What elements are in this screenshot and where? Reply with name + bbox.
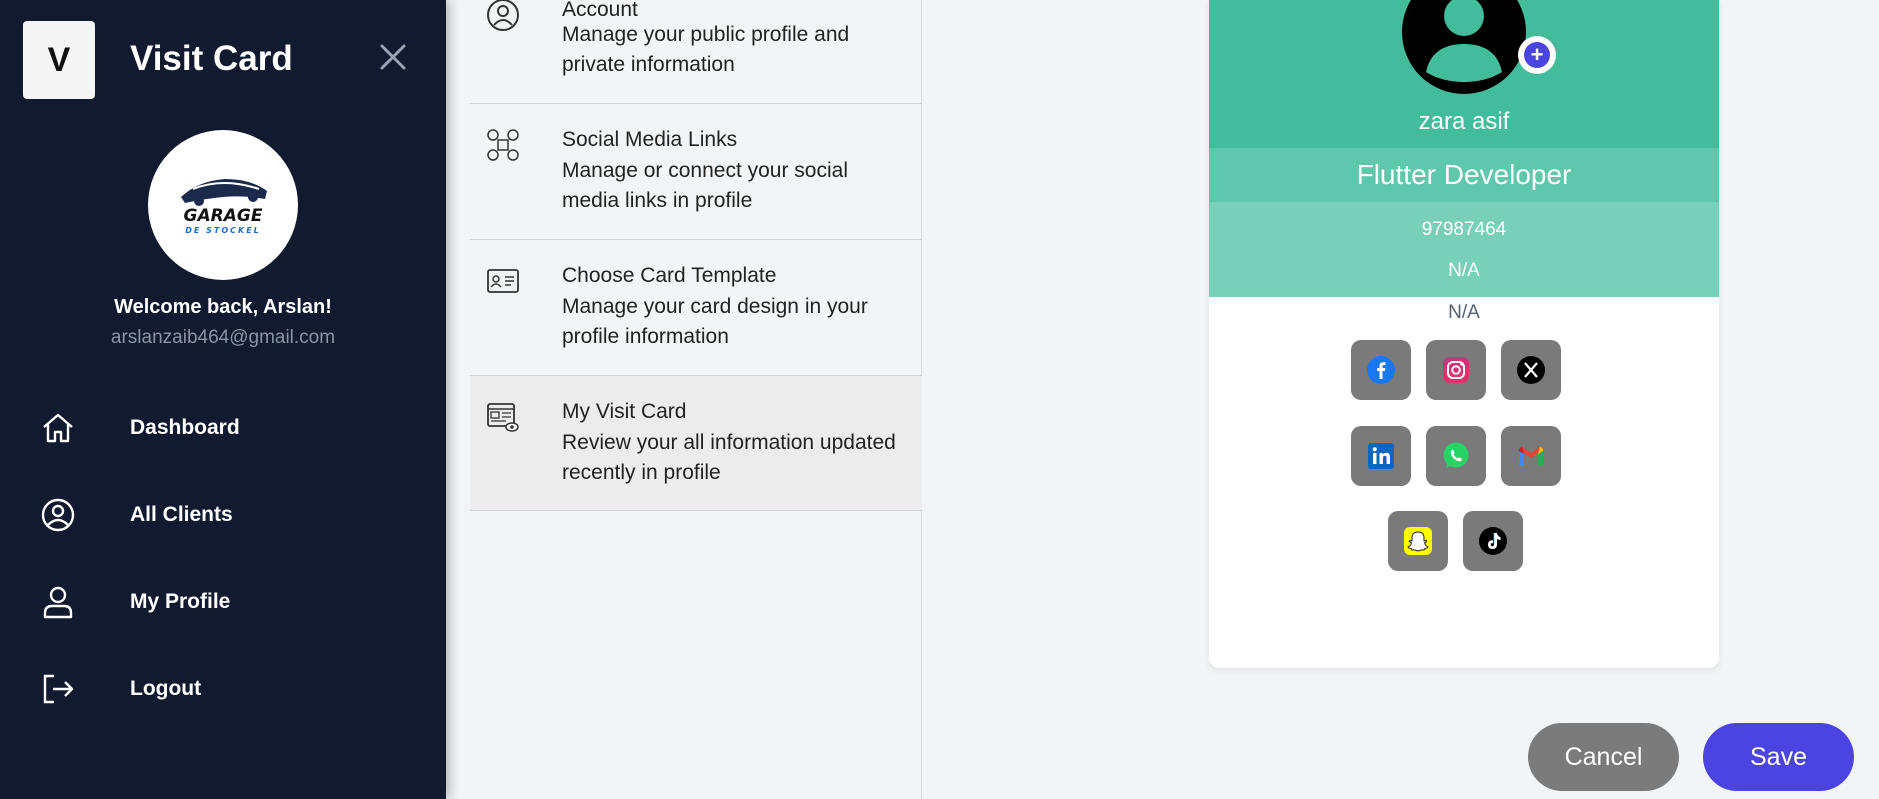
- settings-menu: Account Manage your public profile and p…: [470, 0, 922, 799]
- avatar-line2: DE STOCKEL: [185, 226, 261, 235]
- instagram-button[interactable]: [1426, 340, 1486, 400]
- avatar-line1: GARAGE: [184, 206, 263, 226]
- logo-letter: V: [47, 40, 71, 79]
- logout-icon: [43, 674, 74, 704]
- facebook-icon: [1367, 356, 1395, 384]
- nav-label: Dashboard: [130, 416, 240, 439]
- card-phone: 97987464: [1421, 219, 1507, 240]
- whatsapp-icon: [1443, 442, 1469, 468]
- user-icon: [43, 586, 73, 619]
- nav-my-profile[interactable]: My Profile: [0, 572, 446, 632]
- app-logo: V: [23, 21, 95, 99]
- linkedin-icon: [1368, 443, 1394, 469]
- nav-logout[interactable]: Logout: [0, 659, 446, 719]
- home-icon: [43, 413, 73, 443]
- sidebar: V Visit Card GARAGE DE STOCKEL Welcome b…: [0, 0, 446, 799]
- cancel-button[interactable]: Cancel: [1528, 723, 1679, 791]
- add-photo-button[interactable]: +: [1518, 36, 1556, 74]
- card-info-panel: 97987464 N/A: [1209, 202, 1719, 297]
- tiktok-button[interactable]: [1463, 511, 1523, 571]
- menu-title: Social Media Links: [562, 128, 738, 151]
- snapchat-icon: [1404, 527, 1432, 555]
- menu-desc: Manage your public profile and private i…: [562, 23, 850, 76]
- app-title: Visit Card: [130, 39, 293, 78]
- menu-item-account[interactable]: Account Manage your public profile and p…: [470, 0, 922, 104]
- tiktok-icon: [1479, 527, 1507, 555]
- menu-title: Account: [562, 0, 638, 21]
- save-button[interactable]: Save: [1703, 723, 1854, 791]
- gmail-button[interactable]: [1501, 426, 1561, 486]
- card-role: Flutter Developer: [1209, 148, 1719, 202]
- menu-desc: Manage your card design in your profile …: [562, 295, 868, 348]
- nav-label: All Clients: [130, 503, 233, 526]
- visit-card-preview-icon: [487, 403, 519, 432]
- nav-label: Logout: [130, 677, 202, 700]
- gmail-icon: [1519, 446, 1543, 466]
- user-email: arslanzaib464@gmail.com: [110, 327, 336, 348]
- profile-avatar-icon[interactable]: [1402, 0, 1526, 94]
- account-icon: [487, 0, 519, 31]
- close-icon[interactable]: [378, 42, 408, 72]
- x-button[interactable]: [1501, 340, 1561, 400]
- menu-item-social-links[interactable]: Social Media Links Manage or connect you…: [470, 104, 922, 240]
- avatar[interactable]: GARAGE DE STOCKEL: [148, 130, 298, 280]
- menu-item-card-template[interactable]: Choose Card Template Manage your card de…: [470, 240, 922, 376]
- id-card-icon: [487, 269, 519, 293]
- facebook-button[interactable]: [1351, 340, 1411, 400]
- plus-icon: +: [1524, 42, 1550, 68]
- snapchat-button[interactable]: [1388, 511, 1448, 571]
- menu-item-my-visit-card[interactable]: My Visit Card Review your all informatio…: [470, 376, 922, 511]
- menu-desc: Manage or connect your social media link…: [562, 159, 848, 212]
- menu-desc: Review your all information updated rece…: [562, 431, 896, 484]
- social-links-icon: [487, 129, 519, 161]
- user-circle-icon: [41, 498, 75, 532]
- x-icon: [1517, 356, 1545, 384]
- nav-label: My Profile: [130, 590, 231, 613]
- card-name: zara asif: [1418, 108, 1510, 135]
- whatsapp-button[interactable]: [1426, 426, 1486, 486]
- welcome-text: Welcome back, Arslan!: [114, 296, 332, 318]
- instagram-icon: [1443, 357, 1469, 383]
- card-field-1: N/A: [1448, 260, 1480, 281]
- linkedin-button[interactable]: [1351, 426, 1411, 486]
- menu-title: My Visit Card: [562, 400, 687, 423]
- garage-logo-image: GARAGE DE STOCKEL: [181, 179, 267, 235]
- menu-title: Choose Card Template: [562, 264, 777, 287]
- card-field-2: N/A: [1448, 302, 1480, 323]
- nav-dashboard[interactable]: Dashboard: [0, 398, 446, 458]
- visit-card-preview: + zara asif Flutter Developer 97987464 N…: [1209, 0, 1719, 668]
- nav-all-clients[interactable]: All Clients: [0, 485, 446, 545]
